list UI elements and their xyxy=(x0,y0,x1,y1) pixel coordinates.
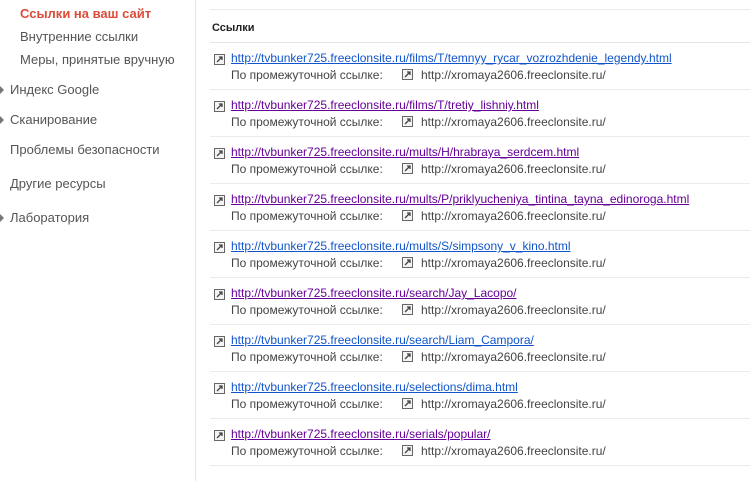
table-row: http://tvbunker725.freeclonsite.ru/selec… xyxy=(210,373,750,419)
via-label: По промежуточной ссылке: xyxy=(231,115,383,129)
sidebar-item-labs[interactable]: Лаборатория xyxy=(10,210,89,225)
divider xyxy=(210,183,750,184)
external-link-icon[interactable] xyxy=(402,304,413,315)
sidebar-item-other-resources[interactable]: Другие ресурсы xyxy=(10,176,106,191)
linking-page-url[interactable]: http://tvbunker725.freeclonsite.ru/selec… xyxy=(231,380,518,394)
intermediate-url: http://xromaya2606.freeclonsite.ru/ xyxy=(421,303,606,317)
triangle-right-icon xyxy=(0,86,4,94)
external-link-icon[interactable] xyxy=(402,445,413,456)
sidebar-item-google-index[interactable]: Индекс Google xyxy=(10,82,99,97)
external-link-icon[interactable] xyxy=(402,351,413,362)
linking-page-url[interactable]: http://tvbunker725.freeclonsite.ru/mults… xyxy=(231,192,689,206)
linking-page-url[interactable]: http://tvbunker725.freeclonsite.ru/films… xyxy=(231,98,539,112)
divider xyxy=(210,465,750,466)
table-row: http://tvbunker725.freeclonsite.ru/films… xyxy=(210,44,750,90)
divider xyxy=(210,371,750,372)
divider xyxy=(210,9,750,10)
intermediate-url: http://xromaya2606.freeclonsite.ru/ xyxy=(421,209,606,223)
external-link-icon[interactable] xyxy=(214,336,225,347)
external-link-icon[interactable] xyxy=(402,398,413,409)
via-label: По промежуточной ссылке: xyxy=(231,162,383,176)
table-row: http://tvbunker725.freeclonsite.ru/mults… xyxy=(210,138,750,184)
sidebar-item-links-to-site[interactable]: Ссылки на ваш сайт xyxy=(20,6,151,21)
via-label: По промежуточной ссылке: xyxy=(231,444,383,458)
via-label: По промежуточной ссылке: xyxy=(231,397,383,411)
intermediate-url: http://xromaya2606.freeclonsite.ru/ xyxy=(421,256,606,270)
external-link-icon[interactable] xyxy=(214,148,225,159)
external-link-icon[interactable] xyxy=(214,289,225,300)
linking-page-url[interactable]: http://tvbunker725.freeclonsite.ru/searc… xyxy=(231,333,534,347)
sidebar-item-security-issues[interactable]: Проблемы безопасности xyxy=(10,142,160,157)
divider xyxy=(210,230,750,231)
table-row: http://tvbunker725.freeclonsite.ru/searc… xyxy=(210,326,750,372)
section-title: Ссылки xyxy=(212,22,255,34)
via-label: По промежуточной ссылке: xyxy=(231,209,383,223)
external-link-icon[interactable] xyxy=(402,257,413,268)
divider xyxy=(210,42,750,43)
external-link-icon[interactable] xyxy=(402,116,413,127)
linking-page-url[interactable]: http://tvbunker725.freeclonsite.ru/films… xyxy=(231,51,672,65)
via-label: По промежуточной ссылке: xyxy=(231,303,383,317)
via-label: По промежуточной ссылке: xyxy=(231,350,383,364)
via-label: По промежуточной ссылке: xyxy=(231,68,383,82)
external-link-icon[interactable] xyxy=(402,69,413,80)
intermediate-url: http://xromaya2606.freeclonsite.ru/ xyxy=(421,115,606,129)
intermediate-url: http://xromaya2606.freeclonsite.ru/ xyxy=(421,68,606,82)
table-row: http://tvbunker725.freeclonsite.ru/searc… xyxy=(210,279,750,325)
external-link-icon[interactable] xyxy=(214,430,225,441)
sidebar-item-manual-actions[interactable]: Меры, принятые вручную xyxy=(20,52,175,67)
table-row: http://tvbunker725.freeclonsite.ru/films… xyxy=(210,91,750,137)
external-link-icon[interactable] xyxy=(214,242,225,253)
external-link-icon[interactable] xyxy=(214,54,225,65)
sidebar-item-internal-links[interactable]: Внутренние ссылки xyxy=(20,29,138,44)
linking-page-url[interactable]: http://tvbunker725.freeclonsite.ru/searc… xyxy=(231,286,517,300)
sidebar-nav: Ссылки на ваш сайт Внутренние ссылки Мер… xyxy=(0,0,196,481)
external-link-icon[interactable] xyxy=(214,101,225,112)
divider xyxy=(210,277,750,278)
external-link-icon[interactable] xyxy=(402,163,413,174)
divider xyxy=(210,324,750,325)
triangle-right-icon xyxy=(0,116,4,124)
via-label: По промежуточной ссылке: xyxy=(231,256,383,270)
divider xyxy=(210,136,750,137)
external-link-icon[interactable] xyxy=(214,383,225,394)
intermediate-url: http://xromaya2606.freeclonsite.ru/ xyxy=(421,397,606,411)
links-panel: Ссылки http://tvbunker725.freeclonsite.r… xyxy=(210,0,750,481)
sidebar-item-crawl[interactable]: Сканирование xyxy=(10,112,97,127)
linking-page-url[interactable]: http://tvbunker725.freeclonsite.ru/mults… xyxy=(231,145,579,159)
external-link-icon[interactable] xyxy=(214,195,225,206)
external-link-icon[interactable] xyxy=(402,210,413,221)
intermediate-url: http://xromaya2606.freeclonsite.ru/ xyxy=(421,350,606,364)
linking-page-url[interactable]: http://tvbunker725.freeclonsite.ru/mults… xyxy=(231,239,571,253)
table-row: http://tvbunker725.freeclonsite.ru/mults… xyxy=(210,232,750,278)
intermediate-url: http://xromaya2606.freeclonsite.ru/ xyxy=(421,444,606,458)
divider xyxy=(210,89,750,90)
table-row: http://tvbunker725.freeclonsite.ru/mults… xyxy=(210,185,750,231)
divider xyxy=(210,418,750,419)
triangle-right-icon xyxy=(0,214,4,222)
intermediate-url: http://xromaya2606.freeclonsite.ru/ xyxy=(421,162,606,176)
linking-page-url[interactable]: http://tvbunker725.freeclonsite.ru/seria… xyxy=(231,427,490,441)
table-row: http://tvbunker725.freeclonsite.ru/seria… xyxy=(210,420,750,466)
